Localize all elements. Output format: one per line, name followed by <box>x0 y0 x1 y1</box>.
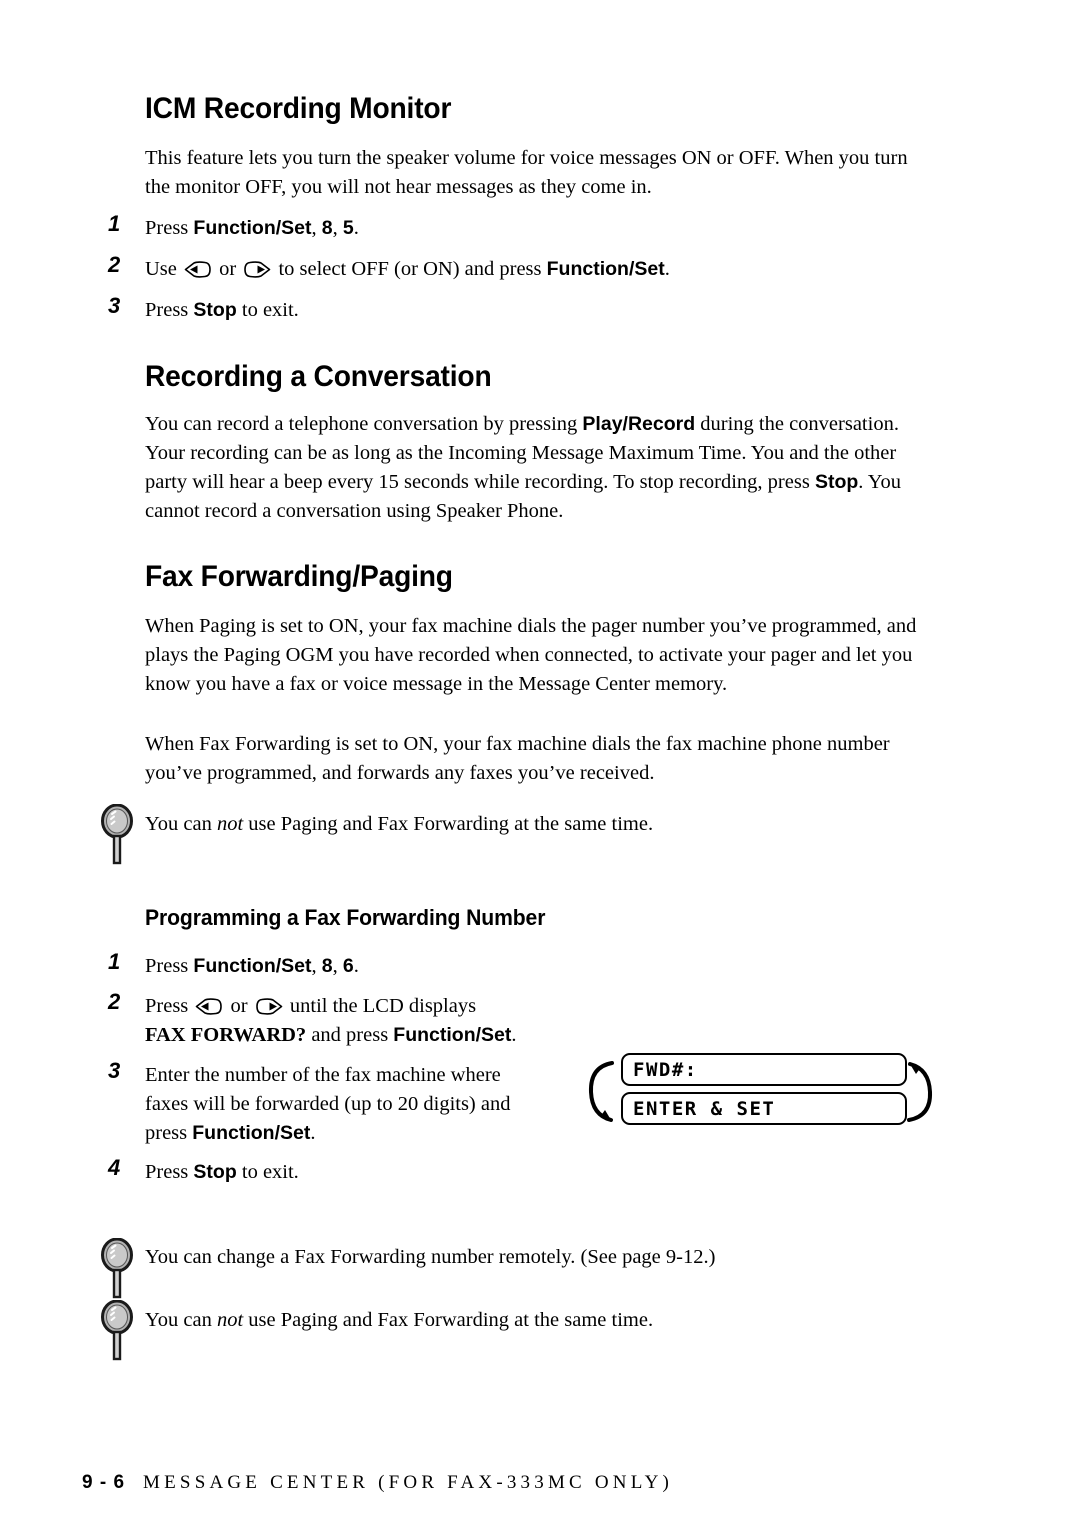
note-text-post: use Paging and Fax Forwarding at the sam… <box>243 1309 654 1331</box>
step-text-pre: Press <box>145 995 194 1017</box>
icm-step-2: Use or to select OFF (or ON) and press F… <box>145 255 670 284</box>
step-text-mid3: and press <box>306 1024 394 1046</box>
note-emphasis: not <box>216 813 244 835</box>
key-digit-6: 6 <box>342 955 354 977</box>
magnifier-note-icon <box>100 804 134 866</box>
lcd-line-1-box: FWD#: <box>621 1053 907 1086</box>
step-text-sep2: , <box>332 955 343 977</box>
note-paging-conflict-1: You can not use Paging and Fax Forwardin… <box>145 810 653 839</box>
note-paging-conflict-2: You can not use Paging and Fax Forwardin… <box>145 1306 653 1335</box>
note-text-post: use Paging and Fax Forwarding at the sam… <box>243 813 654 835</box>
icm-step-1: Press Function/Set, 8, 5. <box>145 214 359 243</box>
step-number: 1 <box>108 949 121 974</box>
step-number: 1 <box>108 211 121 236</box>
step-number: 2 <box>108 989 121 1014</box>
key-digit-8: 8 <box>321 217 333 239</box>
page-footer: 9 - 6 MESSAGE CENTER (FOR FAX-333MC ONLY) <box>82 1472 673 1494</box>
step-text-pre: Press <box>145 1161 194 1183</box>
step-text-sep: or <box>225 995 253 1017</box>
magnifier-note-icon <box>100 1300 134 1362</box>
step-number: 3 <box>108 1058 121 1083</box>
step-text-sep: or <box>214 258 242 280</box>
lcd-line-1-text: FWD#: <box>633 1058 698 1081</box>
note-emphasis: not <box>216 1309 244 1331</box>
step-text-pre: Press <box>145 217 194 239</box>
step-text-post: to exit. <box>236 1161 299 1183</box>
lcd-line-2-box: ENTER & SET <box>621 1092 907 1125</box>
step-text-line-3-pre: press <box>145 1122 193 1144</box>
step-text-sep2: to select OFF (or ON) and press <box>273 258 547 280</box>
step-text-post: . <box>511 1024 517 1046</box>
step-number: 3 <box>108 293 121 318</box>
step-text-line-1: Enter the number of the fax machine wher… <box>145 1064 501 1086</box>
step-text-pre: Use <box>145 258 183 280</box>
lcd-line-2-text: ENTER & SET <box>633 1097 776 1120</box>
step-text-line-2: faxes will be forwarded (up to 20 digits… <box>145 1093 511 1115</box>
recording-conversation-paragraph: You can record a telephone conversation … <box>145 410 935 526</box>
key-function-set: Function/Set <box>192 1122 311 1144</box>
step-text-post: . <box>353 955 359 977</box>
key-stop: Stop <box>814 471 859 493</box>
note-text-pre: You can <box>145 813 217 835</box>
left-arrow-key-icon <box>184 261 212 278</box>
step-text-pre: Press <box>145 299 194 321</box>
fax-forwarding-paragraph-2: When Fax Forwarding is set to ON, your f… <box>145 733 890 784</box>
lcd-display-graphic: FWD#: ENTER & SET <box>597 1053 937 1131</box>
note-text-pre: You can <box>145 1309 217 1331</box>
fax-forwarding-paragraph-1: When Paging is set to ON, your fax machi… <box>145 615 917 695</box>
heading-programming-fax-forwarding-number: Programming a Fax Forwarding Number <box>145 905 546 930</box>
curved-arrow-down-icon <box>585 1053 619 1131</box>
step-text-line-3-post: . <box>310 1122 316 1144</box>
programming-step-1: Press Function/Set, 8, 6. <box>145 952 359 981</box>
footer-page-number: 9 - 6 <box>82 1472 126 1493</box>
heading-recording-a-conversation: Recording a Conversation <box>145 360 492 393</box>
step-number: 4 <box>108 1155 121 1180</box>
step-text-post: . <box>664 258 670 280</box>
step-text-post: to exit. <box>236 299 299 321</box>
magnifier-note-icon <box>100 1238 134 1300</box>
step-text-pre: Press <box>145 955 194 977</box>
heading-icm-recording-monitor: ICM Recording Monitor <box>145 92 452 125</box>
step-text-sep: , <box>311 217 322 239</box>
key-function-set: Function/Set <box>393 1024 512 1046</box>
heading-fax-forwarding-paging: Fax Forwarding/Paging <box>145 560 453 593</box>
lcd-prompt-fax-forward: FAX FORWARD? <box>145 1024 307 1046</box>
step-text-post: . <box>353 217 359 239</box>
programming-step-4: Press Stop to exit. <box>145 1158 299 1187</box>
left-arrow-key-icon <box>195 998 223 1015</box>
key-function-set: Function/Set <box>193 955 312 977</box>
programming-step-3: Enter the number of the fax machine wher… <box>145 1061 575 1148</box>
manual-page: ICM Recording Monitor This feature lets … <box>0 0 1080 1529</box>
key-stop: Stop <box>193 299 237 321</box>
key-play-record: Play/Record <box>582 413 696 435</box>
key-digit-5: 5 <box>342 217 354 239</box>
step-text-sep: , <box>311 955 322 977</box>
key-digit-8: 8 <box>321 955 333 977</box>
key-function-set: Function/Set <box>546 258 665 280</box>
step-number: 2 <box>108 252 121 277</box>
note-remote-change: You can change a Fax Forwarding number r… <box>145 1246 716 1268</box>
curved-arrow-up-icon <box>902 1053 936 1131</box>
icm-step-3: Press Stop to exit. <box>145 296 299 325</box>
right-arrow-key-icon <box>243 261 271 278</box>
step-text-sep2: until the LCD displays <box>284 995 477 1017</box>
footer-title: MESSAGE CENTER (FOR FAX-333MC ONLY) <box>143 1472 674 1493</box>
right-arrow-key-icon <box>255 998 283 1015</box>
step-text-sep2: , <box>332 217 343 239</box>
key-stop: Stop <box>193 1161 237 1183</box>
paragraph-part-1: You can record a telephone conversation … <box>145 413 583 435</box>
programming-step-2: Press or until the LCD displays FAX FORW… <box>145 992 517 1050</box>
icm-intro-paragraph: This feature lets you turn the speaker v… <box>145 147 908 198</box>
key-function-set: Function/Set <box>193 217 312 239</box>
